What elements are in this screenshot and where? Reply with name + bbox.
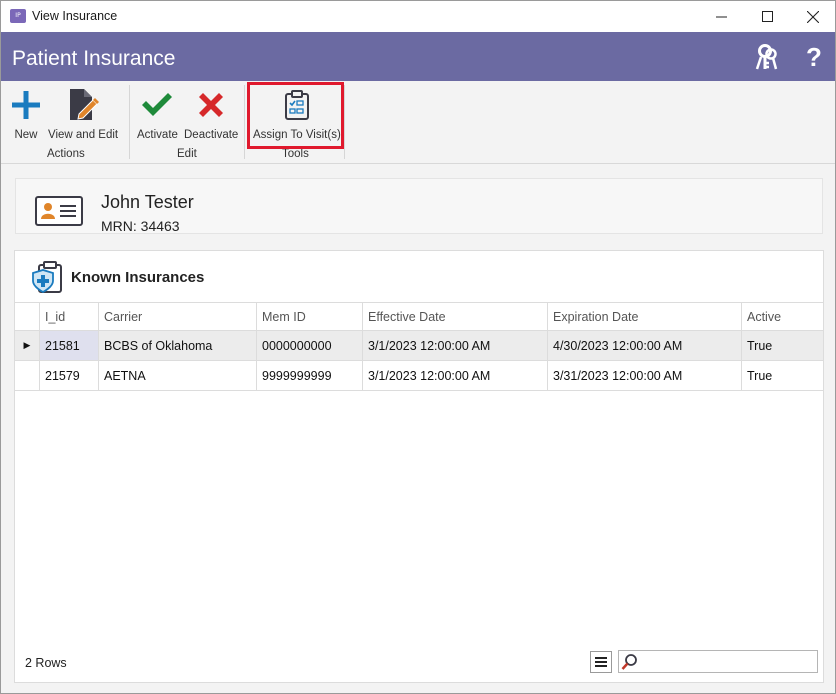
grid-menu-button[interactable] bbox=[590, 651, 612, 673]
deactivate-button[interactable]: Deactivate bbox=[184, 85, 238, 145]
ribbon-separator bbox=[244, 85, 245, 159]
row-indicator-empty bbox=[15, 361, 39, 390]
cell-mem-id[interactable]: 9999999999 bbox=[256, 361, 362, 390]
ribbon-toolbar: New View and Edit Actions Activate Deact… bbox=[1, 81, 835, 164]
title-bar: IP View Insurance bbox=[1, 1, 835, 32]
known-insurances-title: Known Insurances bbox=[71, 269, 205, 286]
close-button[interactable] bbox=[790, 1, 836, 32]
window-title: View Insurance bbox=[32, 9, 118, 23]
column-header-active[interactable]: Active bbox=[741, 303, 823, 330]
plus-icon bbox=[11, 85, 41, 125]
maximize-icon bbox=[761, 11, 773, 22]
cell-active[interactable]: True bbox=[741, 361, 823, 390]
cell-active[interactable]: True bbox=[741, 331, 823, 360]
close-icon bbox=[807, 10, 819, 23]
actions-group-label: Actions bbox=[47, 148, 85, 160]
column-header-effective-date[interactable]: Effective Date bbox=[362, 303, 547, 330]
insurance-shield-icon bbox=[32, 261, 62, 294]
ribbon-separator bbox=[129, 85, 130, 159]
column-header-mem-id[interactable]: Mem ID bbox=[256, 303, 362, 330]
column-header-carrier[interactable]: Carrier bbox=[98, 303, 256, 330]
cell-carrier[interactable]: BCBS of Oklahoma bbox=[98, 331, 256, 360]
cell-mem-id[interactable]: 0000000000 bbox=[256, 331, 362, 360]
table-row[interactable]: ▶ 21581 BCBS of Oklahoma 0000000000 3/1/… bbox=[15, 331, 823, 361]
patient-name: John Tester bbox=[101, 192, 194, 212]
page-title: Patient Insurance bbox=[12, 47, 176, 70]
keys-button[interactable] bbox=[753, 43, 781, 71]
ribbon-separator bbox=[344, 85, 345, 159]
known-insurances-panel: Known Insurances I_id Carrier Mem ID Eff… bbox=[14, 250, 824, 683]
patient-mrn: MRN: 34463 bbox=[101, 218, 180, 234]
keys-icon bbox=[755, 44, 778, 70]
grid-header-row: I_id Carrier Mem ID Effective Date Expir… bbox=[15, 302, 823, 331]
deactivate-button-label: Deactivate bbox=[184, 129, 239, 141]
minimize-icon bbox=[715, 16, 727, 18]
tools-group-label: Tools bbox=[282, 148, 309, 160]
row-indicator-icon: ▶ bbox=[23, 340, 31, 350]
page-header: Patient Insurance ? bbox=[1, 32, 835, 81]
highlight-box bbox=[247, 82, 344, 149]
x-icon bbox=[197, 85, 225, 125]
view-and-edit-button-label: View and Edit bbox=[48, 129, 119, 141]
cell-expiration-date[interactable]: 3/31/2023 12:00:00 AM bbox=[547, 361, 741, 390]
search-box[interactable] bbox=[618, 650, 818, 673]
edit-group-label: Edit bbox=[177, 148, 197, 160]
cell-effective-date[interactable]: 3/1/2023 12:00:00 AM bbox=[362, 361, 547, 390]
cell-carrier[interactable]: AETNA bbox=[98, 361, 256, 390]
minimize-button[interactable] bbox=[698, 1, 744, 32]
row-count: 2 Rows bbox=[25, 656, 67, 670]
id-card-icon bbox=[35, 196, 83, 226]
search-icon bbox=[621, 654, 637, 670]
app-icon: IP bbox=[10, 9, 26, 23]
cell-id[interactable]: 21579 bbox=[39, 361, 98, 390]
column-header-id[interactable]: I_id bbox=[39, 303, 98, 330]
grid-footer: 2 Rows bbox=[14, 648, 824, 683]
new-button[interactable]: New bbox=[11, 85, 41, 145]
checkmark-icon bbox=[140, 85, 174, 125]
new-button-label: New bbox=[14, 129, 38, 141]
search-input[interactable] bbox=[641, 652, 815, 671]
column-header-expiration-date[interactable]: Expiration Date bbox=[547, 303, 741, 330]
activate-button[interactable]: Activate bbox=[137, 85, 178, 145]
cell-id[interactable]: 21581 bbox=[39, 331, 98, 360]
help-button[interactable]: ? bbox=[800, 42, 828, 72]
insurance-grid: I_id Carrier Mem ID Effective Date Expir… bbox=[15, 302, 823, 391]
document-edit-icon bbox=[66, 85, 100, 125]
hamburger-menu-icon bbox=[595, 657, 607, 667]
row-indicator-header bbox=[15, 303, 39, 330]
maximize-button[interactable] bbox=[744, 1, 790, 32]
view-insurance-window: IP View Insurance Patient Insurance ? Ne… bbox=[0, 0, 836, 694]
patient-card: John Tester MRN: 34463 bbox=[15, 178, 823, 234]
activate-button-label: Activate bbox=[137, 129, 178, 141]
view-and-edit-button[interactable]: View and Edit bbox=[48, 85, 118, 145]
table-row[interactable]: 21579 AETNA 9999999999 3/1/2023 12:00:00… bbox=[15, 361, 823, 391]
cell-expiration-date[interactable]: 4/30/2023 12:00:00 AM bbox=[547, 331, 741, 360]
cell-effective-date[interactable]: 3/1/2023 12:00:00 AM bbox=[362, 331, 547, 360]
